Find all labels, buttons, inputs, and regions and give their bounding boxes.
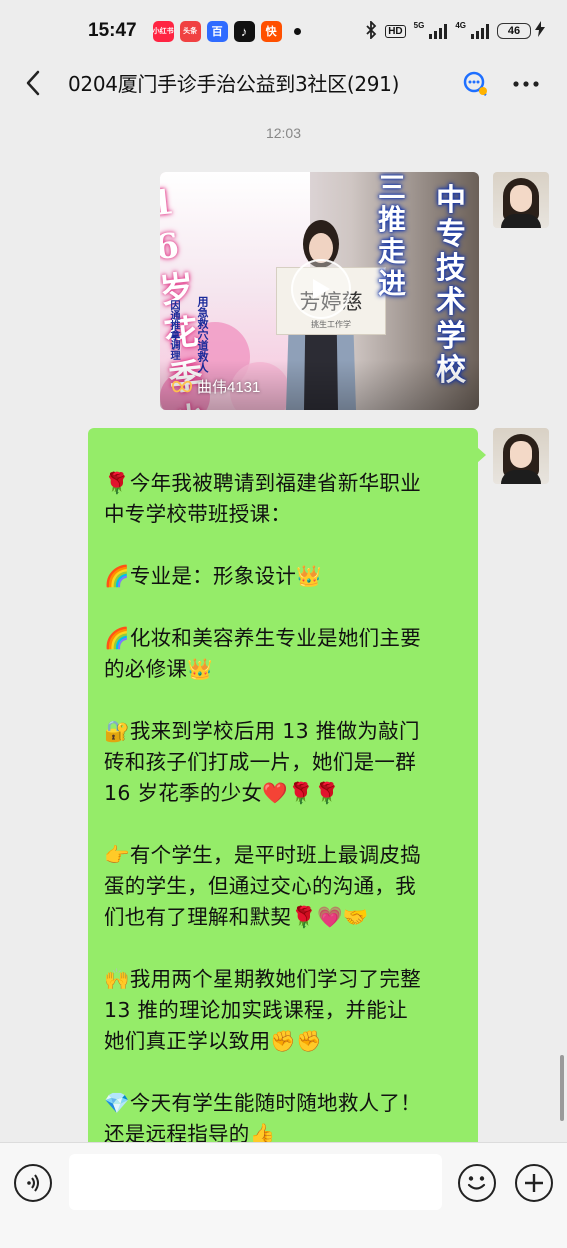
signal-5g-icon [429,23,448,39]
chevron-left-icon [26,70,40,96]
message-line [104,592,462,623]
more-options-button[interactable] [512,70,540,95]
notification-app-icons: 小红书 头条 百 ♪ 快 [152,20,301,42]
message-line [104,809,462,840]
voice-input-button[interactable] [14,1164,52,1202]
toutiao-app-icon: 头条 [179,20,201,42]
message-line [104,1057,462,1088]
more-notifications-dot-icon [293,27,301,35]
play-icon [313,279,330,299]
network-5g-label: 5G [413,20,425,30]
message-line: 💎今天有学生能随时随地救人了！ [104,1091,422,1115]
more-dots-icon [513,81,539,87]
group-chat-icon[interactable] [462,70,490,102]
message-line: 🌈专业是：形象设计👑 [104,564,323,588]
emoji-button[interactable] [458,1164,496,1202]
bubble-tail [477,447,486,463]
input-bar [0,1142,567,1248]
message-input[interactable] [69,1154,442,1210]
battery-icon: 46 [497,23,531,39]
baidu-app-icon: 百 [206,20,228,42]
voice-icon [27,1174,39,1192]
message-timestamp: 12:03 [265,125,302,141]
message-line: 🌹今年我被聘请到福建省新华职业 [104,471,422,495]
video-message[interactable]: 16岁花季少 用急救穴道救人 因通推拿调理 芳婷慈 挑生工作学 三推走进 中专技… [160,172,479,410]
video-vertical-caption-2: 因通推拿调理 [168,300,179,360]
video-right-caption-1: 中专技术学校 [436,183,466,388]
plus-icon [525,1174,543,1192]
play-button[interactable] [291,259,351,319]
message-line: 🔐我来到学校后用 13 推做为敲门 [104,719,420,743]
message-line [104,933,462,964]
message-line: 13 推的理论加实践课程，并能让 [104,998,408,1022]
status-bar: 15:47 小红书 头条 百 ♪ 快 HD 5G 4G 46 [0,0,567,62]
video-right-caption-2: 三推走进 [377,172,406,300]
chat-title: 0204厦门手诊手治公益到3社区(291) [68,72,400,96]
tiktok-app-icon: ♪ [233,20,255,42]
chat-header: 0204厦门手诊手治公益到3社区(291) [0,62,567,106]
message-text: 🌹今年我被聘请到福建省新华职业 中专学校带班授课： 🌈专业是：形象设计👑 🌈化妆和美容… [104,468,462,1150]
sender-avatar[interactable] [493,428,549,484]
back-button[interactable] [18,68,48,98]
message-line: 她们真正学以致用✊✊ [104,1029,323,1053]
message-line: 砖和孩子们打成一片，她们是一群 [104,750,416,774]
message-line: 👉有个学生，是平时班上最调皮捣 [104,843,422,867]
sender-avatar[interactable] [493,172,549,228]
kuaishou-app-icon: 快 [260,20,282,42]
channels-butterfly-icon [172,380,192,392]
message-line: 的必修课👑 [104,657,214,681]
message-line: 🙌我用两个星期教她们学习了完整 [104,967,422,991]
xiaohongshu-app-icon: 小红书 [152,20,174,42]
signal-4g-icon [471,23,489,39]
network-4g-label: 4G [455,20,466,30]
message-line: 蛋的学生，但通过交心的沟通，我 [104,874,416,898]
message-line: 们也有了理解和默契🌹💗🤝 [104,905,369,929]
message-line: 16 岁花季的少女❤️🌹🌹 [104,781,340,805]
message-line [104,530,462,561]
text-message-bubble[interactable]: 🌹今年我被聘请到福建省新华职业 中专学校带班授课： 🌈专业是：形象设计👑 🌈化妆和美容… [88,428,478,1188]
hd-voice-icon: HD [385,24,406,38]
video-plaque-subtext: 挑生工作学 [311,320,351,329]
scrollbar[interactable] [560,1055,564,1121]
status-time: 15:47 [88,20,137,41]
smiley-icon [467,1176,486,1190]
message-line [104,685,462,716]
message-line: 中专学校带班授课： [104,502,292,526]
video-author: 曲伟4131 [172,376,260,397]
message-line: 🌈化妆和美容养生专业是她们主要 [104,626,422,650]
bluetooth-icon [365,19,377,42]
video-author-name: 曲伟4131 [197,379,261,396]
charging-icon [535,21,545,41]
more-functions-button[interactable] [515,1164,553,1202]
